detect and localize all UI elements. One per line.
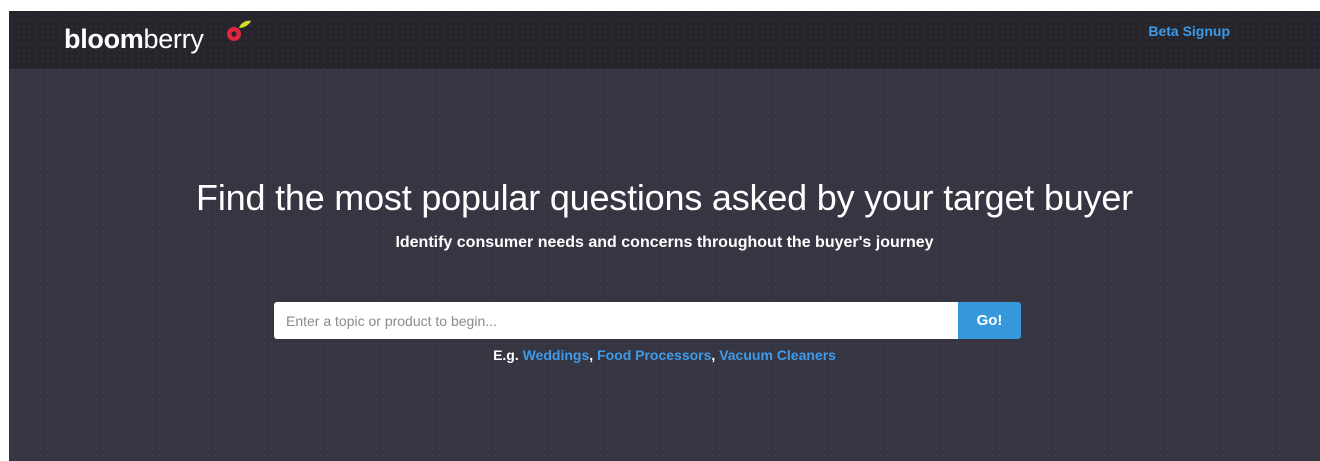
example-link-vacuum-cleaners[interactable]: Vacuum Cleaners bbox=[719, 347, 836, 363]
page-subtitle: Identify consumer needs and concerns thr… bbox=[395, 234, 934, 251]
go-button[interactable]: Go! bbox=[958, 302, 1021, 339]
examples-separator: , bbox=[589, 347, 594, 363]
page-frame: bloomberry Beta Signup Find the most pop… bbox=[9, 11, 1320, 461]
logo-text-bold: bloom bbox=[64, 24, 144, 54]
examples-separator: , bbox=[711, 347, 716, 363]
example-link-food-processors[interactable]: Food Processors bbox=[597, 347, 711, 363]
bloomberry-logo[interactable]: bloomberry bbox=[64, 22, 204, 56]
example-link-weddings[interactable]: Weddings bbox=[523, 347, 590, 363]
examples-prefix: E.g. bbox=[493, 347, 519, 363]
logo-text-light: berry bbox=[143, 24, 204, 54]
search-form: Go! bbox=[274, 302, 1021, 339]
page-title: Find the most popular questions asked by… bbox=[196, 177, 1133, 218]
berry-flower-icon bbox=[227, 20, 251, 41]
example-topics: E.g. Weddings, Food Processors, Vacuum C… bbox=[9, 346, 1320, 364]
beta-signup-link[interactable]: Beta Signup bbox=[1148, 23, 1230, 39]
top-navbar: bloomberry Beta Signup bbox=[9, 11, 1320, 69]
search-input[interactable] bbox=[274, 302, 958, 339]
